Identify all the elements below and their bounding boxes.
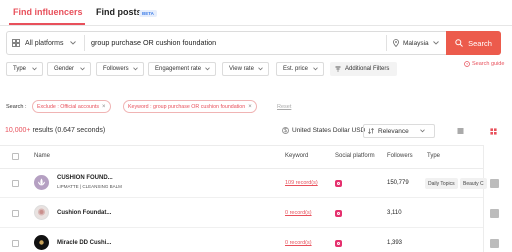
beta-badge: BETA [139,10,157,17]
platform-label: All platforms [25,39,64,47]
type-tag: Beauty C [460,178,487,189]
instagram-icon[interactable] [335,180,342,187]
filter-view-rate[interactable]: View rate [222,62,269,76]
select-all-checkbox[interactable] [12,153,19,160]
currency-selector[interactable]: $ United States Dollar USD [282,127,365,134]
filter-label: View rate [229,66,254,72]
chevron-down-icon [420,129,425,133]
filter-engagement-rate[interactable]: Engagement rate [148,62,216,76]
dark-logo-icon [39,240,44,245]
sort-label: Relevance [378,127,409,135]
influencer-subtitle: LIPMATTE | CLEANSING BALM [57,184,122,189]
followers-count: 150,779 [387,180,409,186]
chevron-down-icon [69,41,76,45]
avatar[interactable] [34,205,49,220]
row-action-button[interactable] [490,239,499,248]
filter-followers[interactable]: Followers [96,62,144,76]
filter-icon [335,66,341,72]
keyword-records-link[interactable]: 0 record(s) [285,210,312,216]
chip-exclude-official[interactable]: Exclude : Official accounts × [32,100,111,113]
sticky-action-column [483,145,512,252]
row-checkbox[interactable] [12,180,19,187]
search-button[interactable]: Search [446,31,501,55]
country-select[interactable]: Malaysia [393,36,443,50]
list-view-icon[interactable] [457,128,464,134]
currency-label: United States Dollar USD [292,127,366,134]
search-guide-label: Search guide [472,61,505,67]
reset-link[interactable]: Reset [277,104,291,110]
sort-icon [368,128,374,134]
additional-filters-label: Additional Filters [345,66,390,72]
type-tag: Daily Topics [425,178,458,189]
chevron-down-icon [205,67,210,71]
filter-label: Type [13,66,27,72]
chip-keyword[interactable]: Keyword : group purchase OR cushion foun… [123,100,257,113]
search-divider [84,35,85,51]
chip-label: Exclude : Official accounts [37,103,100,110]
platform-select[interactable]: All platforms [12,36,81,50]
chevron-down-icon [432,41,439,45]
row-action-button[interactable] [490,179,499,188]
active-search-label: Search : [6,104,27,110]
keyword-records-link[interactable]: 109 record(s) [285,180,318,186]
close-icon[interactable]: × [102,104,106,110]
results-count: 10,000+ [5,127,31,134]
row-checkbox[interactable] [12,240,19,247]
column-followers[interactable]: Followers [387,153,413,159]
active-tab-underline [9,23,85,25]
keyword-records-link[interactable]: 0 record(s) [285,240,312,246]
column-social-platform[interactable]: Social platform [335,153,375,159]
results-summary: 10,000+ results (0.647 seconds) [5,127,105,134]
search-button-label: Search [468,38,492,48]
filter-label: Engagement rate [155,66,202,72]
column-name[interactable]: Name [34,153,50,159]
instagram-icon[interactable] [335,210,342,217]
influencer-name[interactable]: CUSHION FOUND... [57,175,113,181]
filter-gender[interactable]: Gender [47,62,91,76]
search-icon [455,39,463,47]
chip-label: Keyword : group purchase OR cushion foun… [128,103,246,110]
chevron-down-icon [133,67,138,71]
close-icon[interactable]: × [248,104,252,110]
avatar[interactable] [34,175,49,190]
row-checkbox[interactable] [12,210,19,217]
column-type[interactable]: Type [427,153,440,159]
product-photo-icon [38,208,45,216]
sort-select[interactable]: Relevance [363,124,435,138]
search-input[interactable]: group purchase OR cushion foundation [91,38,216,47]
additional-filters-button[interactable]: Additional Filters [330,62,397,76]
grid-icon [12,39,20,47]
row-action-button[interactable] [490,209,499,218]
filter-label: Gender [54,66,75,72]
help-icon: ? [464,61,470,67]
filter-label: Est. price [283,66,309,72]
chevron-down-icon [313,67,318,71]
followers-count: 3,110 [387,210,402,216]
filter-est-price[interactable]: Est. price [276,62,324,76]
chevron-down-icon [80,67,85,71]
row-divider [0,227,483,228]
instagram-icon[interactable] [335,240,342,247]
search-guide-link[interactable]: ? Search guide [464,61,504,67]
results-text: results (0.647 seconds) [30,127,106,134]
top-tabs: Find influencers Find posts BETA [0,0,512,26]
tab-find-posts[interactable]: Find posts [96,7,142,17]
chevron-down-icon [32,67,37,71]
dollar-icon: $ [282,127,289,134]
location-pin-icon [393,39,399,47]
chevron-down-icon [258,67,263,71]
tab-find-influencers[interactable]: Find influencers [13,7,83,17]
filter-type[interactable]: Type [6,62,43,76]
row-divider [0,197,483,198]
search-divider [386,35,387,51]
filter-label: Followers [103,66,129,72]
column-keyword[interactable]: Keyword [285,153,308,159]
country-label: Malaysia [403,39,429,47]
avatar[interactable] [34,235,49,250]
followers-count: 1,393 [387,240,403,246]
lotus-logo-icon [38,178,45,186]
influencer-name[interactable]: Miracle DD Cushi... [57,240,111,246]
influencer-name[interactable]: Cushion Foundat... [57,210,111,216]
grid-view-icon[interactable] [490,128,497,135]
